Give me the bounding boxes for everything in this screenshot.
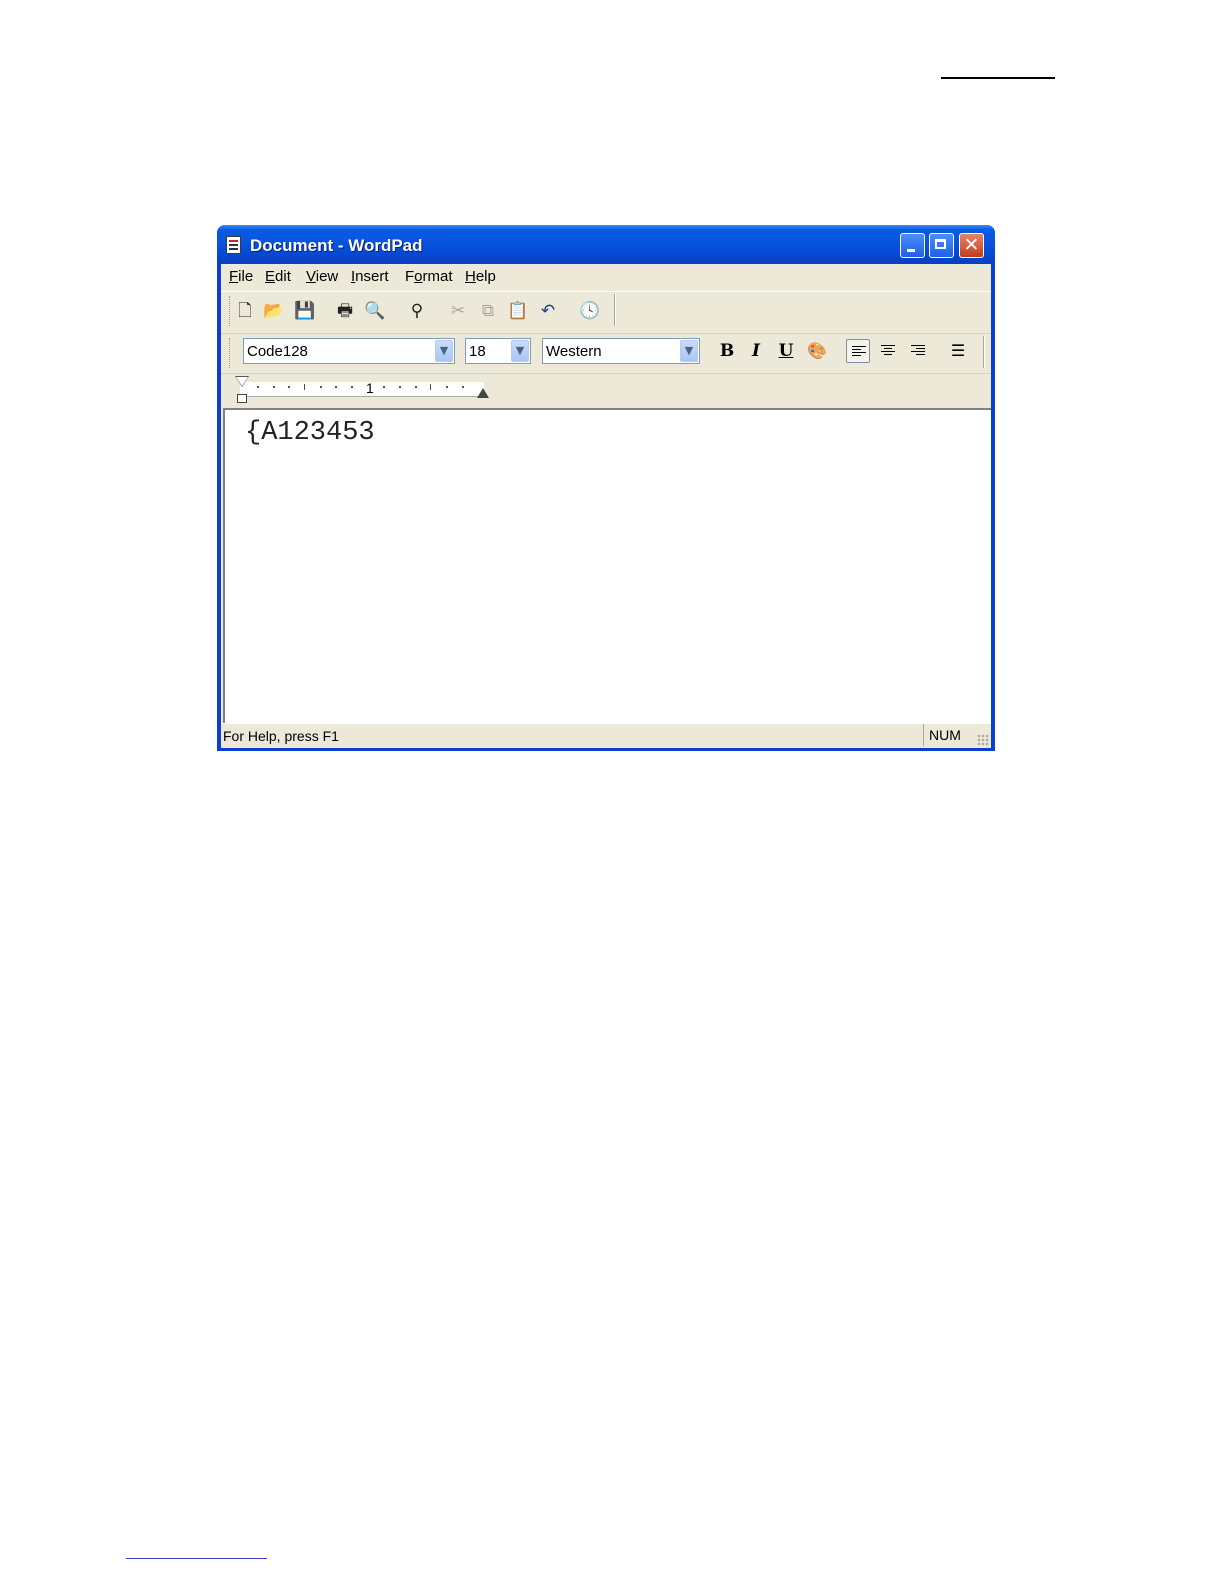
menu-edit-label: dit [275,268,291,285]
window-client: File Edit View Insert Format Help 🗋 📂 💾 … [221,264,991,748]
align-left-button[interactable] [846,339,870,363]
right-indent-marker[interactable] [477,388,489,398]
page-footer-rule [126,1558,267,1559]
font-name-value: Code128 [247,343,308,360]
menu-help-accel: H [465,268,476,285]
ruler-tick [304,384,305,390]
toolbar-separator [614,294,616,326]
ruler-strip[interactable]: 1 [240,380,484,397]
document-area[interactable]: {A123453 [223,408,991,723]
menu-edit-accel: E [265,268,276,285]
align-right-icon [911,345,925,357]
color-palette-icon[interactable]: 🎨 [805,339,829,363]
first-line-indent-fill [236,377,248,386]
font-name-combo[interactable]: Code128 ▼ [243,338,455,364]
document-text[interactable]: {A123453 [245,418,375,448]
chevron-down-icon[interactable]: ▼ [680,340,698,362]
menu-format[interactable]: Format [405,268,453,285]
page-header-rule [941,77,1055,79]
chevron-down-icon[interactable]: ▼ [435,340,453,362]
ruler-dot [399,386,401,388]
ruler: 1 [221,373,991,407]
resize-grip-icon[interactable] [977,734,989,746]
bold-button[interactable]: B [715,339,739,363]
wordpad-window: Document - WordPad ✕ File Edit View Inse… [217,225,995,751]
ruler-dot [446,386,448,388]
toolbar-grip[interactable] [229,296,233,326]
menu-edit[interactable]: Edit [265,268,291,285]
menu-view-label: iew [315,268,339,285]
maximize-button[interactable] [929,233,954,258]
minimize-button[interactable] [900,233,925,258]
menu-format-label: rmat [422,268,453,285]
copy-icon[interactable]: ⧉ [477,300,499,322]
wordpad-app-icon[interactable] [226,236,241,254]
left-indent-marker[interactable] [237,394,247,403]
title-bar[interactable]: Document - WordPad ✕ [217,225,995,264]
menu-file-accel: F [229,268,239,285]
status-bar: For Help, press F1 NUM [221,723,991,748]
status-num-indicator: NUM [923,724,961,746]
ruler-tick [430,384,431,390]
align-right-button[interactable] [906,339,930,363]
formatbar-separator [983,336,985,368]
font-size-value: 18 [469,343,486,360]
ruler-dot [415,386,417,388]
menu-help-label: elp [475,268,496,285]
find-icon[interactable]: ⚲ [406,300,428,322]
ruler-label: 1 [366,380,374,396]
menu-bar: File Edit View Insert Format Help [221,264,991,290]
undo-icon[interactable]: ↶ [537,300,559,322]
menu-insert-label: nsert [355,268,389,285]
align-center-icon [881,345,895,357]
status-help-text: For Help, press F1 [223,728,339,744]
open-icon[interactable]: 📂 [263,300,285,322]
cut-icon[interactable]: ✂ [447,300,469,322]
menu-file[interactable]: File [229,268,253,285]
menu-format-pre: F [405,268,415,285]
format-toolbar: Code128 ▼ 18 ▼ Western ▼ B I U 🎨 ☰ [221,333,991,372]
align-left-icon [852,346,866,358]
ruler-dot [335,386,337,388]
ruler-dot [257,386,259,388]
menu-help[interactable]: Help [465,268,496,285]
underline-button[interactable]: U [774,339,798,363]
ruler-dot [288,386,290,388]
standard-toolbar: 🗋 📂 💾 🖶 🔍 ⚲ ✂ ⧉ 📋 ↶ 🕓 [221,291,991,330]
italic-button[interactable]: I [744,339,768,363]
date-time-icon[interactable]: 🕓 [579,300,601,322]
menu-format-accel: o [414,268,423,285]
formatbar-grip[interactable] [229,338,233,368]
print-icon[interactable]: 🖶 [334,300,356,322]
ruler-dot [462,386,464,388]
save-icon[interactable]: 💾 [294,300,316,322]
align-center-button[interactable] [876,339,900,363]
menu-view[interactable]: View [306,268,338,285]
ruler-dot [351,386,353,388]
print-preview-icon[interactable]: 🔍 [364,300,386,322]
script-value: Western [546,343,602,360]
paste-icon[interactable]: 📋 [507,300,529,322]
ruler-dot [383,386,385,388]
script-combo[interactable]: Western ▼ [542,338,700,364]
menu-file-label: ile [238,268,254,285]
font-size-combo[interactable]: 18 ▼ [465,338,531,364]
ruler-dot [273,386,275,388]
menu-view-accel: V [306,268,316,285]
close-icon: ✕ [963,234,980,256]
new-icon[interactable]: 🗋 [234,300,256,322]
close-button[interactable]: ✕ [959,233,984,258]
menu-insert[interactable]: Insert [351,268,389,285]
ruler-dot [320,386,322,388]
chevron-down-icon[interactable]: ▼ [511,340,529,362]
bullets-icon[interactable]: ☰ [946,339,970,363]
window-title: Document - WordPad [250,236,423,255]
